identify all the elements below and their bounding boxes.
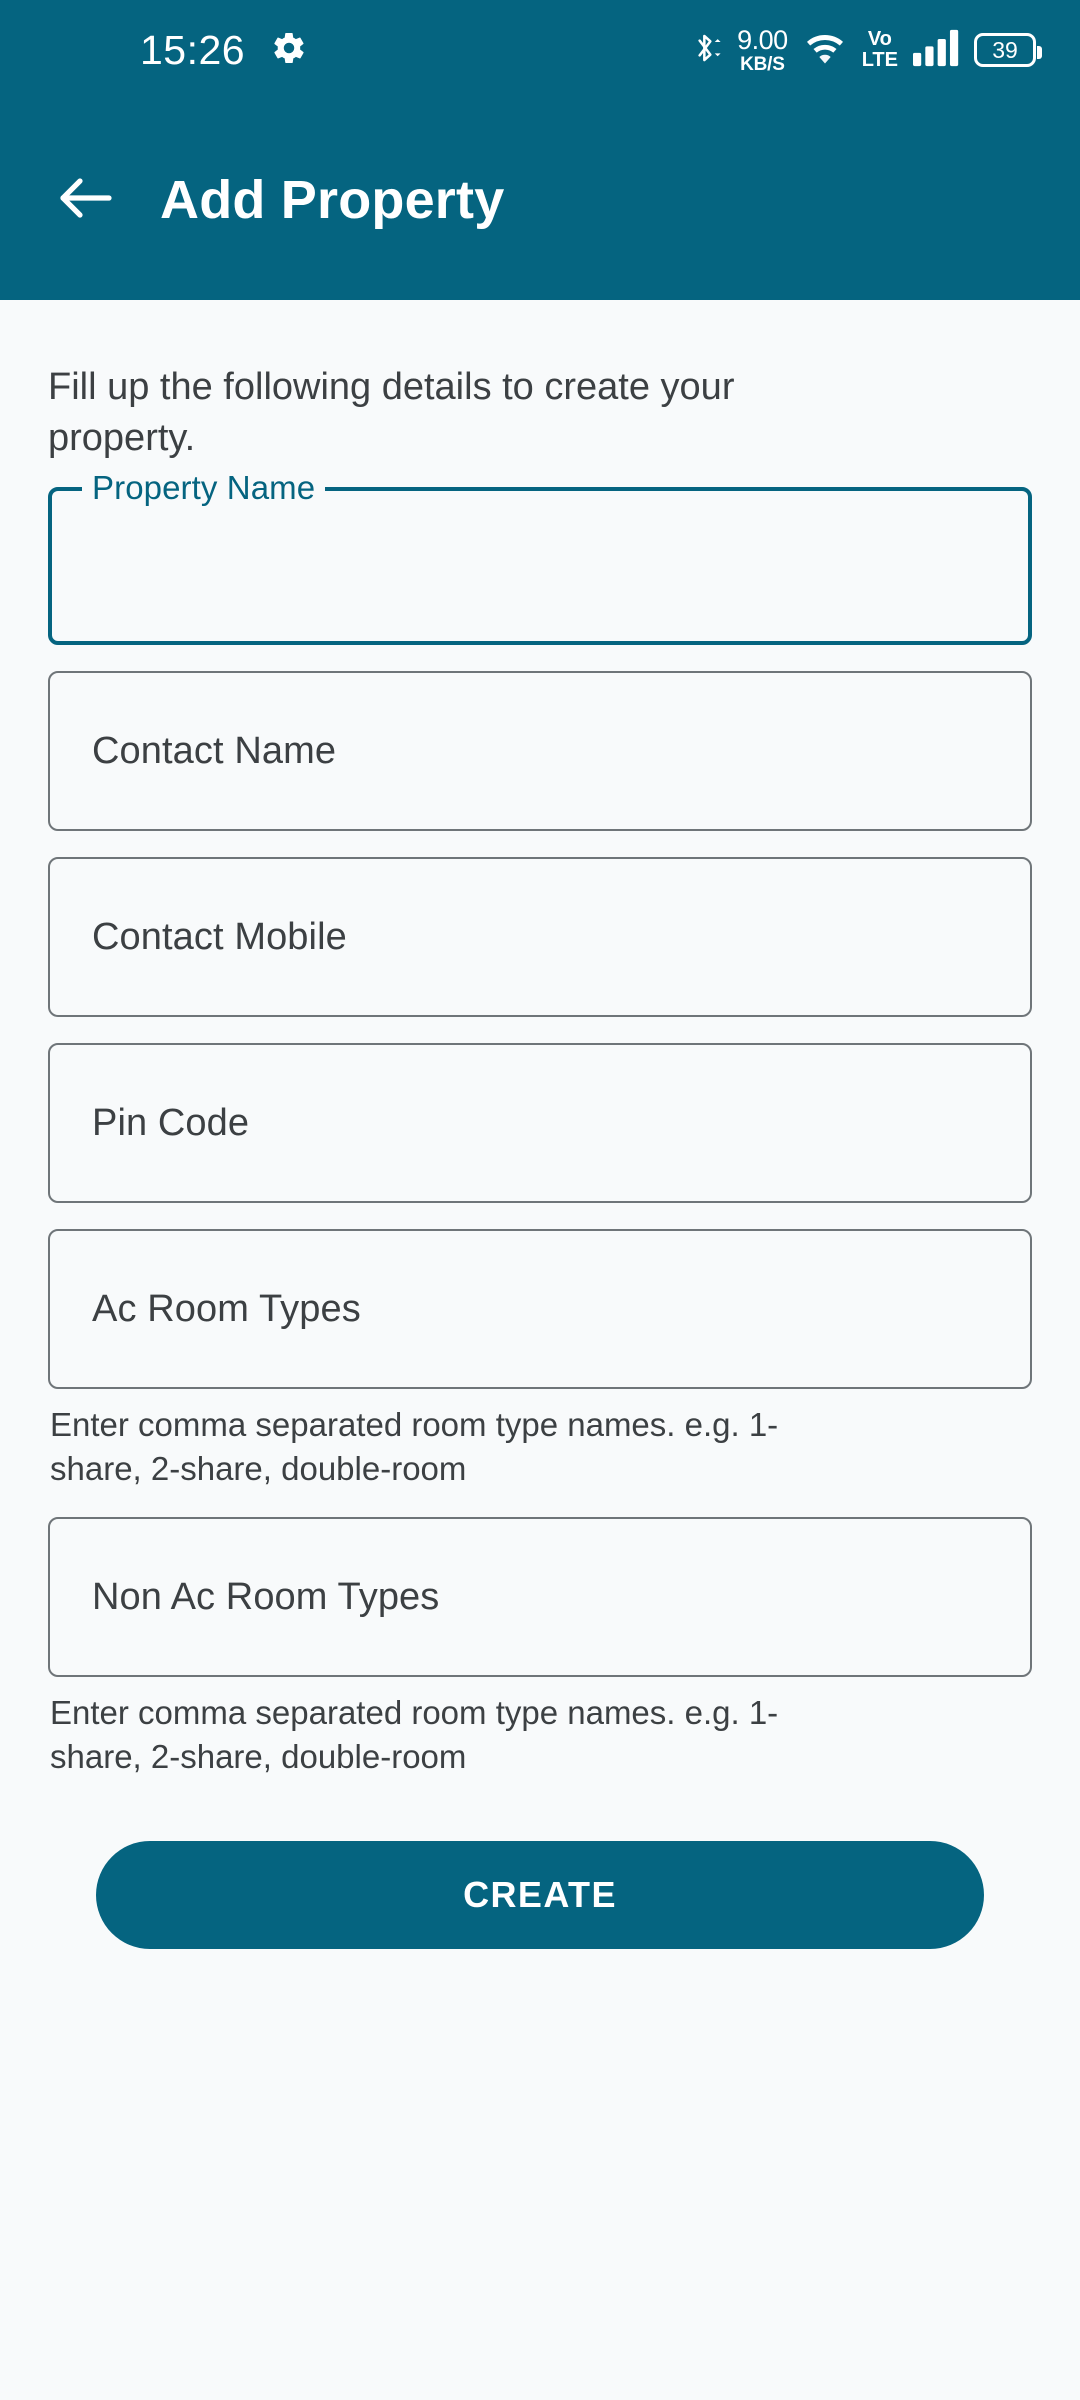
status-bar-left: 15:26 <box>140 26 307 73</box>
bluetooth-icon <box>688 28 722 73</box>
helper-text-ac-room-types: Enter comma separated room type names. e… <box>50 1406 779 1487</box>
cellular-signal-icon <box>913 29 959 72</box>
create-button-row: CREATE <box>48 1840 1032 1949</box>
battery-indicator: 39 <box>974 33 1042 67</box>
field-wrap-contact-mobile: Contact Mobile <box>48 857 1032 1018</box>
volte-line-2: LTE <box>861 49 898 71</box>
helper-text-non-ac-room-types: Enter comma separated room type names. e… <box>50 1693 779 1775</box>
input-label-non-ac-room-types: Non Ac Room Types <box>92 1575 440 1618</box>
gear-icon <box>271 30 307 71</box>
create-button[interactable]: CREATE <box>96 1840 984 1949</box>
volte-line-1: Vo <box>867 28 892 50</box>
input-contact-name[interactable]: Contact Name <box>48 671 1032 832</box>
field-wrap-non-ac-room-types: Non Ac Room Types Enter comma separated … <box>48 1516 1032 1779</box>
input-label-ac-room-types: Ac Room Types <box>92 1288 361 1331</box>
status-bar-right: 9.00 KB/S Vo LTE 39 <box>688 24 1042 75</box>
input-pin-code[interactable]: Pin Code <box>48 1043 1032 1204</box>
intro-text: Fill up the following details to create … <box>48 366 735 459</box>
input-label-property-name: Property Name <box>82 471 326 505</box>
form-content: Fill up the following details to create … <box>0 300 1080 2400</box>
input-label-pin-code: Pin Code <box>92 1102 250 1145</box>
status-time: 15:26 <box>140 26 246 73</box>
input-label-contact-mobile: Contact Mobile <box>92 916 347 959</box>
page-title: Add Property <box>160 170 505 230</box>
app-bar: Add Property <box>0 100 1080 300</box>
back-button[interactable] <box>56 171 114 229</box>
input-property-name[interactable]: Property Name <box>48 471 1032 646</box>
input-ac-room-types[interactable]: Ac Room Types <box>48 1229 1032 1390</box>
field-wrap-property-name: Property Name <box>48 471 1032 646</box>
volte-icon: Vo LTE <box>862 29 898 71</box>
status-bar: 15:26 9.00 KB/S Vo LTE 39 <box>0 0 1080 100</box>
battery-level: 39 <box>992 36 1018 63</box>
input-contact-mobile[interactable]: Contact Mobile <box>48 857 1032 1018</box>
field-wrap-contact-name: Contact Name <box>48 671 1032 832</box>
field-wrap-pin-code: Pin Code <box>48 1043 1032 1204</box>
input-label-contact-name: Contact Name <box>92 730 337 773</box>
network-speed-unit: KB/S <box>740 53 785 75</box>
input-non-ac-room-types[interactable]: Non Ac Room Types <box>48 1516 1032 1677</box>
network-speed-indicator: 9.00 KB/S <box>737 24 788 75</box>
back-arrow-icon <box>57 175 113 226</box>
network-speed-value: 9.00 <box>737 24 788 55</box>
wifi-icon <box>803 28 847 73</box>
app-screen: 15:26 9.00 KB/S Vo LTE 39 Add Property F… <box>0 0 1080 2400</box>
field-wrap-ac-room-types: Ac Room Types Enter comma separated room… <box>48 1229 1032 1491</box>
